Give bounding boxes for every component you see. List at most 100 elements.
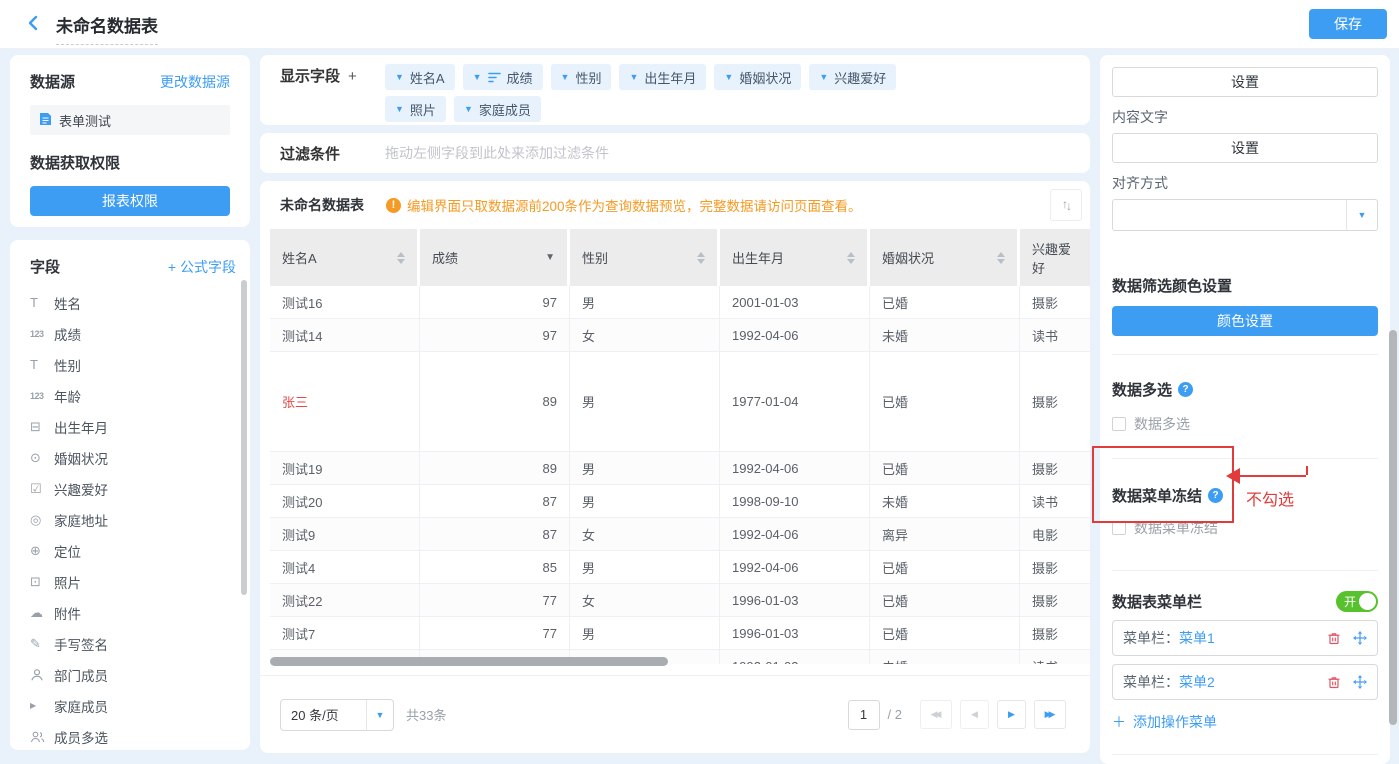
display-field-tag-成绩[interactable]: ▼成绩	[463, 64, 543, 90]
table-menu-title: 数据表菜单栏	[1112, 591, 1202, 612]
chevron-down-icon: ▼	[629, 72, 638, 82]
toggle-knob	[1359, 593, 1376, 610]
align-select[interactable]: ▼	[1112, 199, 1378, 231]
field-item-附件[interactable]: ☁附件	[30, 597, 236, 628]
field-list-scrollbar[interactable]	[241, 280, 247, 595]
column-header-性别[interactable]: 性别	[570, 229, 720, 286]
table-cell: 2001-01-03	[720, 286, 870, 319]
table-cell: 摄影	[1020, 286, 1090, 319]
field-item-性别[interactable]: T性别	[30, 349, 236, 380]
field-item-家庭地址[interactable]: ◎家庭地址	[30, 504, 236, 535]
back-icon[interactable]	[24, 14, 42, 37]
tag-label: 家庭成员	[479, 100, 531, 119]
chevron-down-icon: ▼	[561, 72, 570, 82]
add-menu-link[interactable]: ＋ 添加操作菜单	[1112, 712, 1378, 732]
table-row[interactable]: 测试777男1996-01-03已婚摄影	[270, 617, 1090, 650]
display-field-tag-婚姻状况[interactable]: ▼婚姻状况	[714, 64, 801, 90]
report-permission-button[interactable]: 报表权限	[30, 186, 230, 216]
table-row[interactable]: 测试485男1992-04-06已婚摄影	[270, 551, 1090, 584]
table-cell: 未婚	[870, 650, 1020, 664]
align-label: 对齐方式	[1112, 173, 1378, 193]
column-label: 姓名A	[282, 248, 317, 267]
number-icon: 123	[30, 329, 54, 339]
table-cell: 男	[570, 286, 720, 319]
table-row[interactable]: 测试2087男1998-09-10未婚读书	[270, 485, 1090, 518]
table-row[interactable]: 测试1497女1992-04-06未婚读书	[270, 319, 1090, 352]
move-icon[interactable]	[1353, 631, 1367, 645]
add-formula-field-link[interactable]: + 公式字段	[168, 257, 236, 277]
page-title[interactable]: 未命名数据表	[56, 12, 158, 45]
table-row[interactable]: 张三89男1977-01-04已婚摄影	[270, 352, 1090, 452]
horizontal-scrollbar[interactable]	[270, 657, 668, 666]
table-row[interactable]: 测试987女1992-04-06离异电影	[270, 518, 1090, 551]
color-settings-button[interactable]: 颜色设置	[1112, 306, 1378, 336]
save-button[interactable]: 保存	[1309, 9, 1387, 39]
pagination-bar: 20 条/页 ▼ 共33条 1 / 2 ◀◀ ◀ ▶ ▶▶	[260, 675, 1090, 753]
change-datasource-link[interactable]: 更改数据源	[160, 72, 230, 92]
last-page-button[interactable]: ▶▶	[1034, 700, 1066, 729]
table-cell: 男	[570, 617, 720, 650]
trash-icon[interactable]	[1327, 675, 1341, 689]
column-header-成绩[interactable]: 成绩▼	[420, 229, 570, 286]
next-page-button[interactable]: ▶	[997, 700, 1026, 729]
sort-both-icon	[997, 252, 1005, 264]
menu-name-link[interactable]: 菜单2	[1179, 672, 1215, 692]
page-size-select[interactable]: 20 条/页 ▼	[280, 699, 394, 731]
trash-icon[interactable]	[1327, 631, 1341, 645]
field-item-成绩[interactable]: 123成绩	[30, 318, 236, 349]
column-header-出生年月[interactable]: 出生年月	[720, 229, 870, 286]
table-cell: 读书	[1020, 485, 1090, 518]
filter-dropzone[interactable]: 拖动左侧字段到此处来添加过滤条件	[385, 143, 609, 163]
top-bar: 未命名数据表 保存	[0, 0, 1399, 49]
table-row[interactable]: 测试1989男1992-04-06已婚摄影	[270, 452, 1090, 485]
prev-page-button[interactable]: ◀	[960, 700, 989, 729]
column-header-婚姻状况[interactable]: 婚姻状况	[870, 229, 1020, 286]
display-field-tag-兴趣爱好[interactable]: ▼兴趣爱好	[809, 64, 896, 90]
display-field-tag-姓名A[interactable]: ▼姓名A	[385, 64, 455, 90]
add-display-field-button[interactable]: +	[348, 64, 357, 116]
first-page-button[interactable]: ◀◀	[920, 700, 952, 729]
settings-button-top[interactable]: 设置	[1112, 67, 1378, 97]
menu-item-菜单2[interactable]: 菜单栏：菜单2	[1112, 664, 1378, 700]
field-item-姓名[interactable]: T姓名	[30, 287, 236, 318]
field-item-定位[interactable]: ⊕定位	[30, 535, 236, 566]
table-row[interactable]: 测试1697男2001-01-03已婚摄影	[270, 286, 1090, 319]
datasource-item[interactable]: 表单测试	[30, 105, 230, 135]
table-cell: 女	[570, 518, 720, 551]
sort-both-icon	[697, 252, 705, 264]
freeze-checkbox[interactable]	[1112, 521, 1126, 535]
sort-order-icon[interactable]: ↑↓	[1050, 189, 1082, 221]
table-cell: 摄影	[1020, 452, 1090, 485]
table-cell: 1998-09-10	[720, 485, 870, 518]
field-item-部门成员[interactable]: 部门成员	[30, 659, 236, 690]
field-item-兴趣爱好[interactable]: ☑兴趣爱好	[30, 473, 236, 504]
help-icon[interactable]: ?	[1178, 382, 1193, 397]
settings-button-content[interactable]: 设置	[1112, 133, 1378, 163]
field-item-出生年月[interactable]: ⊟出生年月	[30, 411, 236, 442]
vertical-scrollbar[interactable]	[1389, 330, 1397, 725]
field-item-家庭成员[interactable]: ▶家庭成员	[30, 690, 236, 721]
table-cell: 未婚	[870, 319, 1020, 352]
column-header-姓名A[interactable]: 姓名A	[270, 229, 420, 286]
column-header-兴趣爱好[interactable]: 兴趣爱好	[1020, 229, 1090, 286]
field-item-年龄[interactable]: 123年龄	[30, 380, 236, 411]
table-cell: 男	[570, 452, 720, 485]
table-menu-toggle[interactable]: 开	[1336, 591, 1378, 612]
field-item-成员多选[interactable]: 成员多选	[30, 721, 236, 750]
menu-item-菜单1[interactable]: 菜单栏：菜单1	[1112, 620, 1378, 656]
move-icon[interactable]	[1353, 675, 1367, 689]
display-field-tag-性别[interactable]: ▼性别	[551, 64, 612, 90]
fields-title: 字段	[30, 256, 60, 277]
field-item-手写签名[interactable]: ✎手写签名	[30, 628, 236, 659]
help-icon[interactable]: ?	[1208, 488, 1223, 503]
multi-select-checkbox[interactable]	[1112, 417, 1126, 431]
display-field-tag-出生年月[interactable]: ▼出生年月	[619, 64, 706, 90]
page-number-input[interactable]: 1	[848, 700, 880, 730]
display-field-tag-家庭成员[interactable]: ▼家庭成员	[454, 96, 541, 122]
menu-name-link[interactable]: 菜单1	[1179, 628, 1215, 648]
field-item-照片[interactable]: ⊡照片	[30, 566, 236, 597]
table-cell: 1992-04-06	[720, 452, 870, 485]
table-row[interactable]: 测试2277女1996-01-03已婚摄影	[270, 584, 1090, 617]
field-item-婚姻状况[interactable]: ⊙婚姻状况	[30, 442, 236, 473]
display-field-tag-照片[interactable]: ▼照片	[385, 96, 446, 122]
